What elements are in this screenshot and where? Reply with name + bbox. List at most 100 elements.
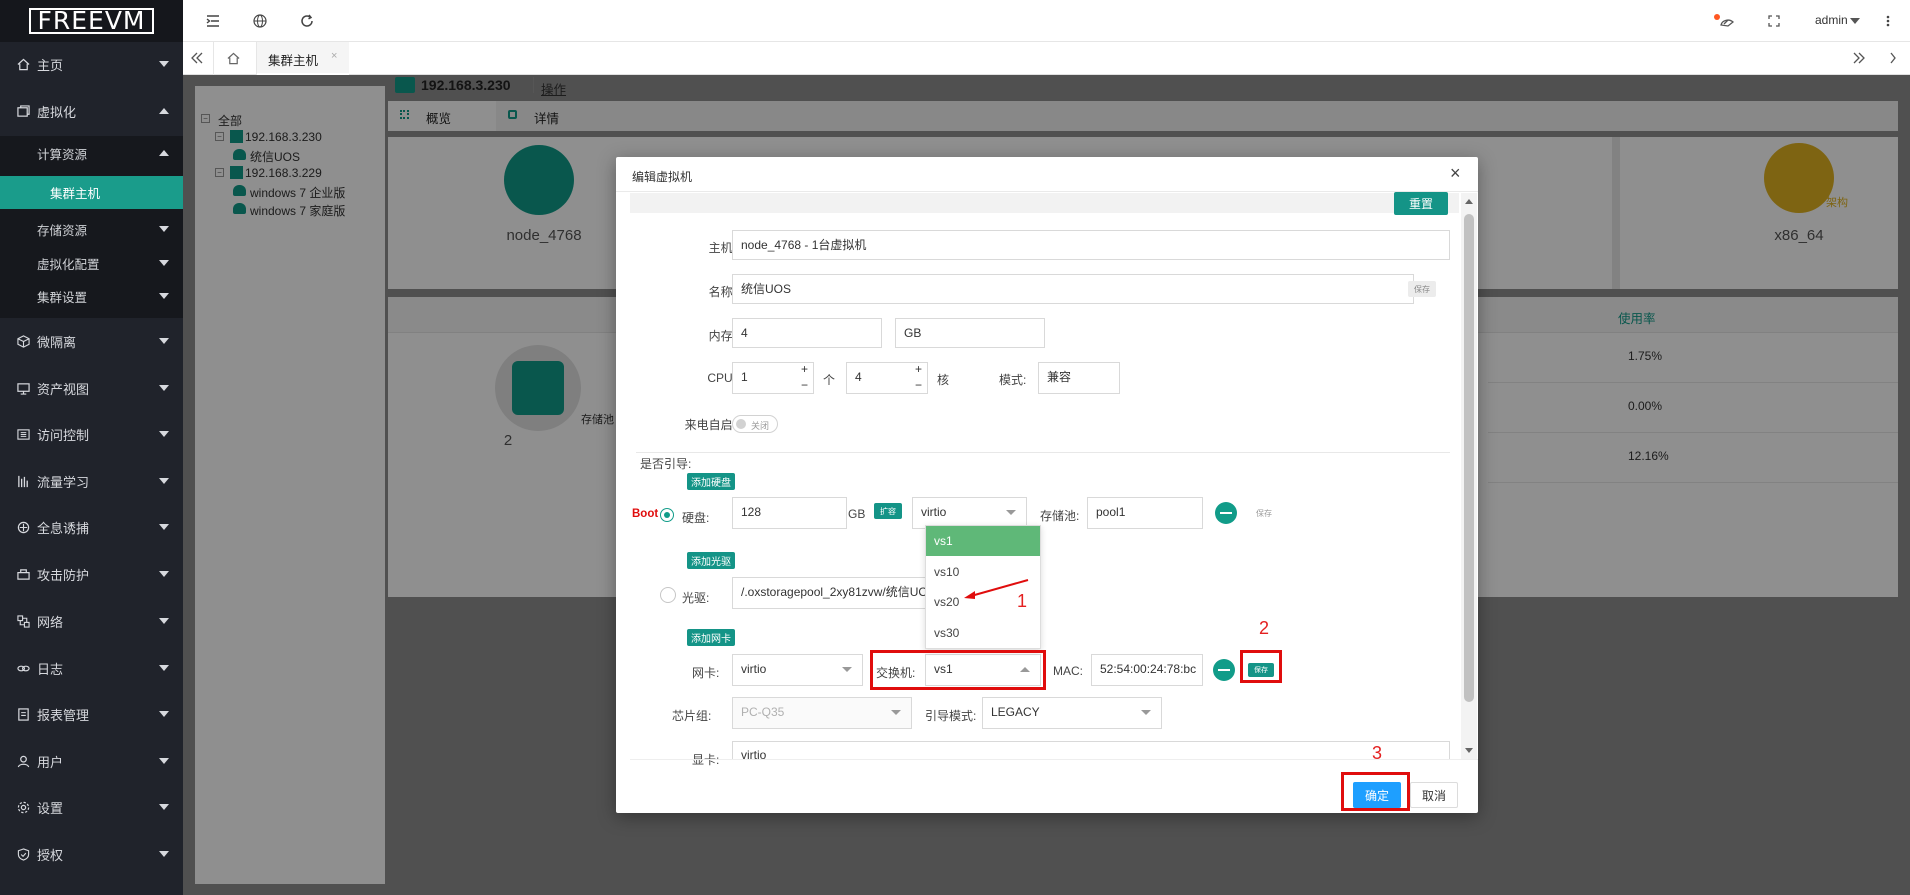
nav-users[interactable]: 用户: [0, 738, 183, 784]
expand-disk-button[interactable]: 扩容: [874, 503, 902, 519]
nav-traffic[interactable]: 流量学习: [0, 458, 183, 504]
stepper-down-icon[interactable]: −: [915, 379, 922, 391]
boot-marker: Boot: [632, 508, 659, 520]
chevron-down-icon: [1006, 510, 1016, 515]
save-disk-button[interactable]: 保存: [1256, 508, 1272, 519]
close-icon[interactable]: ×: [1450, 164, 1461, 182]
autostart-toggle[interactable]: 关闭: [732, 415, 778, 433]
scroll-down-icon[interactable]: [1465, 748, 1473, 753]
annotation-box: [870, 650, 1046, 690]
boot-radio-cdrom[interactable]: [660, 587, 676, 603]
list-icon: [16, 427, 30, 441]
license-icon: [16, 847, 30, 861]
cdrom-label: 光驱:: [682, 591, 710, 605]
scroll-thumb[interactable]: [1464, 214, 1474, 702]
scroll-up-icon[interactable]: [1465, 199, 1473, 204]
dialog-title: 编辑虚拟机: [632, 170, 693, 184]
sub-storage[interactable]: 存储资源: [0, 212, 183, 246]
mac-input[interactable]: 52:54:00:24:78:bc: [1091, 654, 1203, 686]
stepper-down-icon[interactable]: −: [801, 379, 808, 391]
nav-label: 授权: [37, 847, 64, 863]
add-nic-button[interactable]: 添加网卡: [687, 629, 735, 646]
remove-nic-button[interactable]: [1213, 659, 1235, 681]
nav-settings[interactable]: 设置: [0, 784, 183, 830]
stepper-up-icon[interactable]: +: [915, 363, 922, 375]
nav-network[interactable]: 网络: [0, 598, 183, 644]
nic-label: 网卡:: [692, 666, 720, 680]
power-icon[interactable]: [1887, 50, 1903, 66]
sub-cluster-hosts[interactable]: 集群主机: [0, 176, 183, 209]
save-name-button[interactable]: 保存: [1408, 281, 1436, 297]
chevron-down-icon: [159, 758, 169, 764]
more-icon[interactable]: [1883, 13, 1893, 29]
home-tab-icon[interactable]: [225, 50, 241, 66]
nav-label: 攻击防护: [37, 567, 90, 583]
nav-label: 用户: [37, 754, 64, 770]
boot-radio-disk[interactable]: [660, 508, 674, 522]
memory-unit-field[interactable]: GB: [895, 318, 1045, 348]
pool-field[interactable]: pool1: [1087, 497, 1203, 529]
tab-cluster-hosts[interactable]: 集群主机 ×: [257, 42, 349, 75]
stepper-up-icon[interactable]: +: [801, 363, 808, 375]
boot-section-label: 是否引导:: [640, 457, 692, 471]
remove-disk-button[interactable]: [1215, 502, 1237, 524]
sub-virt-config[interactable]: 虚拟化配置: [0, 246, 183, 280]
nav-honeypot[interactable]: 全息诱捕: [0, 504, 183, 550]
nav-microseg[interactable]: 微隔离: [0, 318, 183, 364]
select-value: virtio: [741, 748, 767, 759]
sub-cluster-settings[interactable]: 集群设置: [0, 279, 183, 313]
divider: [630, 759, 1478, 760]
logo-text: FREEVM: [29, 8, 154, 34]
autostart-label: 来电自启:: [684, 418, 736, 432]
scrollbar[interactable]: [1461, 193, 1477, 759]
select-value: LEGACY: [991, 705, 1040, 719]
reset-button[interactable]: 重置: [1394, 192, 1448, 215]
host-field[interactable]: node_4768 - 1台虚拟机: [732, 230, 1450, 260]
nav-logs[interactable]: 日志: [0, 645, 183, 691]
chipset-select[interactable]: PC-Q35: [732, 697, 912, 729]
dropdown-option-vs30[interactable]: vs30: [926, 618, 1040, 648]
add-cdrom-button[interactable]: 添加光驱: [687, 552, 735, 569]
name-input[interactable]: 统信UOS: [732, 274, 1414, 304]
disk-size-input[interactable]: 128: [732, 497, 847, 529]
nav-home[interactable]: 主页: [0, 41, 183, 87]
nav-virtualization[interactable]: 虚拟化: [0, 88, 183, 134]
add-disk-button[interactable]: 添加硬盘: [687, 473, 735, 490]
cpu-label: CPU:: [707, 371, 736, 385]
display-select[interactable]: virtio: [732, 741, 1450, 759]
nic-model-select[interactable]: virtio: [732, 654, 863, 686]
chevron-down-icon: [159, 804, 169, 810]
nav-defense[interactable]: 攻击防护: [0, 551, 183, 597]
memory-input[interactable]: 4: [732, 318, 882, 348]
nav-assets[interactable]: 资产视图: [0, 365, 183, 411]
nav-access[interactable]: 访问控制: [0, 411, 183, 457]
menu-toggle-icon[interactable]: [205, 13, 221, 29]
double-chevron-right-icon[interactable]: [1851, 50, 1867, 66]
chevron-down-icon: [891, 710, 901, 715]
globe-icon[interactable]: [252, 13, 268, 29]
dropdown-option-vs1[interactable]: vs1: [926, 526, 1040, 556]
double-chevron-left-icon[interactable]: [189, 50, 205, 66]
refresh-icon[interactable]: [299, 13, 315, 29]
close-icon[interactable]: ×: [331, 50, 337, 62]
annotation-number: 1: [1017, 591, 1028, 611]
toggle-knob: [736, 419, 746, 429]
notification-icon[interactable]: [1713, 11, 1735, 31]
fullscreen-icon[interactable]: [1766, 13, 1782, 29]
boot-mode-label: 引导模式:: [925, 709, 977, 723]
name-label: 名称:: [708, 285, 736, 299]
sub-label: 集群设置: [37, 290, 88, 305]
pool-label: 存储池:: [1040, 509, 1080, 523]
boot-mode-select[interactable]: LEGACY: [982, 697, 1162, 729]
link-icon: [16, 661, 30, 675]
annotation-number: 2: [1259, 618, 1270, 638]
chevron-down-icon: [1850, 18, 1860, 24]
mode-field[interactable]: 兼容: [1038, 362, 1120, 394]
chevron-down-icon: [159, 260, 169, 266]
cancel-button[interactable]: 取消: [1410, 782, 1458, 808]
nav-license[interactable]: 授权: [0, 831, 183, 877]
sub-compute[interactable]: 计算资源: [0, 136, 183, 170]
user-menu[interactable]: admin: [1815, 13, 1848, 27]
nav-reports[interactable]: 报表管理: [0, 691, 183, 737]
logo[interactable]: FREEVM: [0, 0, 183, 42]
